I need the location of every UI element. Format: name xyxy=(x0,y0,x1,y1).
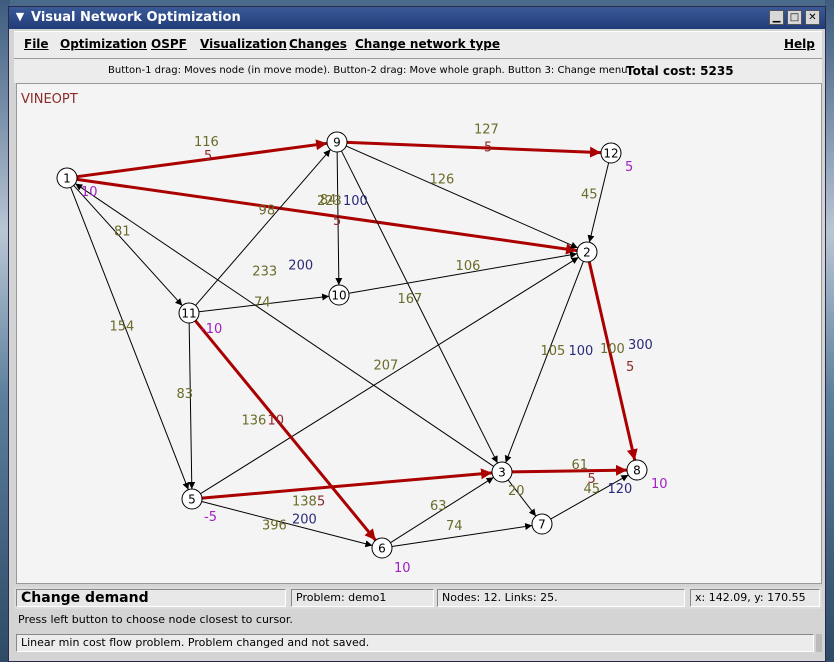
edge-5-3[interactable] xyxy=(201,468,493,500)
edge-cost-label: 83 xyxy=(177,387,194,402)
edge-2-3[interactable] xyxy=(504,261,584,463)
edge-cost-label: 81 xyxy=(114,225,131,240)
node-id-label: 9 xyxy=(333,136,341,150)
node-id-label: 5 xyxy=(188,493,196,507)
close-icon[interactable]: ✕ xyxy=(805,10,820,25)
network-graph[interactable]: VINEOPT 11651275223 100545126849881154741… xyxy=(17,84,821,583)
edge-cost-label: 20 xyxy=(508,484,525,499)
mouse-hint: Button-1 drag: Moves node (in move mode)… xyxy=(108,65,628,76)
coordinate-status: x: 142.09, y: 170.55 xyxy=(690,589,820,607)
edge-5-6[interactable] xyxy=(201,501,373,548)
minimize-icon[interactable]: ▁ xyxy=(769,10,784,25)
node-demand-label: -10 xyxy=(201,322,222,337)
problem-status: Problem: demo1 xyxy=(291,589,434,607)
edge-cost-label: 74 xyxy=(446,519,463,534)
title-bar[interactable]: ▼ Visual Network Optimization ▁ □ ✕ xyxy=(9,7,825,29)
edge-cost-label: 106 xyxy=(456,259,481,274)
menu-ospf[interactable]: OSPF xyxy=(151,37,187,51)
edge-cost-label: 63 xyxy=(430,499,447,514)
edge-capacity-label: 120 xyxy=(608,482,633,497)
graph-label: VINEOPT xyxy=(21,92,78,107)
edge-3-8[interactable] xyxy=(511,464,628,476)
edge-cost-label: 116 xyxy=(194,135,219,150)
chevron-down-icon[interactable]: ▼ xyxy=(13,10,27,24)
edge-5-2[interactable] xyxy=(200,256,579,495)
edge-flow-label: 5 xyxy=(626,360,634,375)
node-demand-label: 10 xyxy=(651,477,668,492)
menu-help[interactable]: Help xyxy=(784,37,815,51)
prompt-line: Press left button to choose node closest… xyxy=(14,611,822,629)
app-window: ▼ Visual Network Optimization ▁ □ ✕ File… xyxy=(8,6,826,662)
menu-file[interactable]: File xyxy=(24,37,49,51)
edge-cost-label: 100 xyxy=(600,342,625,357)
edge-cost-label: 207 xyxy=(374,359,399,374)
node-id-label: 10 xyxy=(331,289,346,303)
node-id-label: 11 xyxy=(181,307,196,321)
desktop-background-right xyxy=(825,0,834,662)
node-id-label: 12 xyxy=(603,147,618,161)
edge-11-5[interactable] xyxy=(188,322,196,490)
node-demand-label: -5 xyxy=(204,510,217,525)
menu-bar: File Optimization OSPF Visualization Cha… xyxy=(14,31,822,59)
edge-cost-label: 74 xyxy=(254,296,271,311)
edge-flow-label: 5 xyxy=(204,149,212,164)
message-line: Linear min cost flow problem. Problem ch… xyxy=(16,634,814,652)
edge-flow-label: 5 xyxy=(333,214,341,229)
menu-changes[interactable]: Changes xyxy=(289,37,347,51)
node-id-label: 8 xyxy=(633,464,641,478)
node-id-label: 7 xyxy=(538,518,546,532)
node-demand-label: 10 xyxy=(81,185,98,200)
window-title: Visual Network Optimization xyxy=(31,10,241,25)
edge-3-1[interactable] xyxy=(75,183,494,467)
edge-cost-label: 98 xyxy=(259,204,276,219)
status-bar: Change demand Problem: demo1 Nodes: 12. … xyxy=(14,587,822,609)
edge-cost-label: 138 xyxy=(292,495,317,510)
menu-change-network-type[interactable]: Change network type xyxy=(355,37,500,51)
edge-flow-label: 10 xyxy=(268,414,285,429)
edge-capacity-label: 200 xyxy=(292,513,317,528)
edge-cost-label: 45 xyxy=(581,188,598,203)
total-cost: Total cost: 5235 xyxy=(626,64,734,78)
edge-capacity-label: 200 xyxy=(288,259,313,274)
node-demand-label: 5 xyxy=(625,160,633,175)
network-canvas[interactable]: VINEOPT 116 5 127 5 223 100 5 45 126 84 98 81 154 74 1… xyxy=(16,83,822,584)
node-id-label: 3 xyxy=(498,466,506,480)
edge-cost-label: 127 xyxy=(474,123,499,138)
menu-visualization[interactable]: Visualization xyxy=(200,37,287,51)
edge-9-2[interactable] xyxy=(345,145,579,249)
menu-optimization[interactable]: Optimization xyxy=(60,37,147,51)
mode-status: Change demand xyxy=(16,589,286,607)
edge-cost-label: 61 xyxy=(572,458,589,473)
edge-cost-label: 45 xyxy=(584,482,601,497)
resize-grip[interactable] xyxy=(816,634,822,652)
edge-cost-label: 84 xyxy=(320,193,337,208)
node-id-label: 6 xyxy=(378,542,386,556)
edge-capacity-label: 300 xyxy=(628,338,653,353)
edge-12-2[interactable] xyxy=(587,162,610,243)
edge-capacity-label: 100 xyxy=(343,194,368,209)
edge-cost-label: 233 xyxy=(252,265,277,280)
prompt-text: Press left button to choose node closest… xyxy=(18,613,293,626)
node-id-label: 2 xyxy=(583,246,591,260)
edge-11-9[interactable] xyxy=(195,149,331,306)
edge-capacity-label: 100 xyxy=(569,344,594,359)
node-demand-label: 10 xyxy=(394,561,411,576)
maximize-icon[interactable]: □ xyxy=(787,10,802,25)
edge-cost-label: 136 xyxy=(242,414,267,429)
edge-9-12[interactable] xyxy=(346,140,602,158)
edge-cost-label: 105 xyxy=(541,344,566,359)
edge-flow-label: 5 xyxy=(317,495,325,510)
edge-cost-label: 396 xyxy=(262,519,287,534)
info-bar: Button-1 drag: Moves node (in move mode)… xyxy=(14,59,822,83)
count-status: Nodes: 12. Links: 25. xyxy=(437,589,685,607)
edge-cost-label: 126 xyxy=(430,173,455,188)
edge-cost-label: 167 xyxy=(398,292,423,307)
node-id-label: 1 xyxy=(63,172,71,186)
edge-cost-label: 154 xyxy=(110,320,135,335)
edge-flow-label: 5 xyxy=(484,141,492,156)
